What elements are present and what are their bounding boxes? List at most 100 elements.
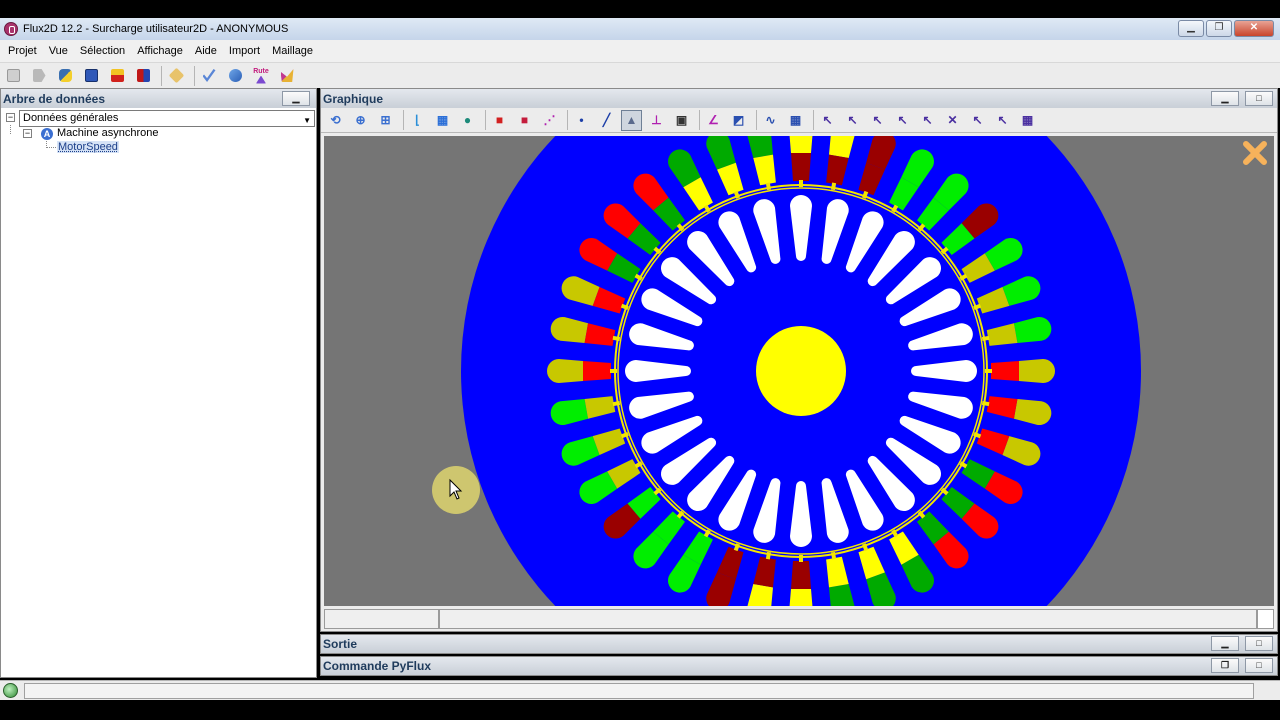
tree-item-motorspeed[interactable]: MotorSpeed bbox=[1, 141, 316, 155]
data-tree-root-row: − Données générales ▼ bbox=[1, 109, 316, 127]
grid-icon[interactable]: ▦ bbox=[432, 110, 453, 131]
mesh-icon[interactable]: ◩ bbox=[728, 110, 749, 131]
select-face-icon[interactable]: ↖ bbox=[867, 110, 888, 131]
window-titlebar: Flux2D 12.2 - Surcharge utilisateur2D - … bbox=[0, 18, 1280, 40]
data-tree-panel: Arbre de données ▁ − Données générales ▼… bbox=[0, 88, 317, 678]
tree-item-label: MotorSpeed bbox=[57, 141, 119, 153]
close-view-icon[interactable] bbox=[1242, 140, 1268, 166]
motor-cross-section bbox=[461, 136, 1141, 606]
select-line-icon[interactable]: ↖ bbox=[842, 110, 863, 131]
data-type-select[interactable]: Données générales ▼ bbox=[19, 110, 315, 127]
delete-icon[interactable] bbox=[165, 65, 187, 87]
select-point-icon[interactable]: ↖ bbox=[817, 110, 838, 131]
rotate-icon[interactable]: ⟲ bbox=[325, 110, 346, 131]
select-table-icon[interactable]: ▦ bbox=[1017, 110, 1038, 131]
data-type-select-value: Données générales bbox=[23, 112, 119, 124]
arc-icon[interactable]: ▲ bbox=[621, 109, 642, 131]
status-ok-icon bbox=[3, 683, 18, 698]
menu-import[interactable]: Import bbox=[223, 45, 266, 57]
restore-button[interactable]: ❐ bbox=[1206, 20, 1232, 37]
globe-icon[interactable]: ● bbox=[457, 110, 478, 131]
toolbar-separator bbox=[756, 110, 757, 130]
sortie-maximize-button[interactable]: □ bbox=[1245, 636, 1273, 651]
axis-icon[interactable]: ⌊ bbox=[407, 110, 428, 131]
collapse-icon[interactable]: − bbox=[23, 129, 32, 138]
machine-icon: A bbox=[41, 128, 53, 140]
menu-projet[interactable]: Projet bbox=[2, 45, 43, 57]
sortie-header[interactable]: Sortie ▁ □ bbox=[321, 635, 1277, 653]
table-icon[interactable]: ▦ bbox=[785, 110, 806, 131]
select-edge-icon[interactable]: ↖ bbox=[917, 110, 938, 131]
select-region-icon[interactable]: ↖ bbox=[892, 110, 913, 131]
line-icon[interactable]: ╱ bbox=[596, 110, 617, 131]
pyflux-header[interactable]: Commande PyFlux ❐ □ bbox=[321, 657, 1277, 675]
window-controls: ▁ ❐ ✕ bbox=[1178, 20, 1274, 37]
toolbar-separator bbox=[699, 110, 700, 130]
zoom-icon[interactable]: ⊕ bbox=[350, 110, 371, 131]
graphique-maximize-button[interactable]: □ bbox=[1245, 91, 1273, 106]
route-icon[interactable]: Rute bbox=[250, 65, 272, 87]
menu-maillage[interactable]: Maillage bbox=[266, 45, 319, 57]
pyflux-title: Commande PyFlux bbox=[323, 659, 432, 673]
import-icon[interactable] bbox=[132, 65, 154, 87]
coil-outer-layer bbox=[547, 359, 583, 383]
sortie-minimize-button[interactable]: ▁ bbox=[1211, 636, 1239, 651]
toolbar-separator bbox=[161, 65, 162, 86]
minimize-button[interactable]: ▁ bbox=[1178, 20, 1204, 37]
menu-selection[interactable]: Sélection bbox=[74, 45, 131, 57]
data-tree-header: Arbre de données ▁ bbox=[1, 89, 316, 108]
route-label: Rute bbox=[253, 67, 269, 75]
close-line-icon[interactable]: ▣ bbox=[671, 110, 692, 131]
point-icon[interactable]: • bbox=[571, 110, 592, 131]
save-icon[interactable] bbox=[80, 65, 102, 87]
coil-inner-layer bbox=[583, 361, 611, 381]
menu-bar: Projet Vue Sélection Affichage Aide Impo… bbox=[0, 40, 1280, 62]
graphique-status-main bbox=[439, 609, 1257, 629]
window-title: Flux2D 12.2 - Surcharge utilisateur2D - … bbox=[23, 23, 289, 35]
xy-icon[interactable]: ⋰ bbox=[539, 110, 560, 131]
region-red-icon[interactable]: ■ bbox=[514, 110, 535, 131]
graphics-canvas[interactable] bbox=[324, 136, 1274, 606]
solve-icon[interactable] bbox=[224, 65, 246, 87]
face-red-icon[interactable]: ■ bbox=[489, 110, 510, 131]
open-icon[interactable] bbox=[28, 65, 50, 87]
new-icon[interactable] bbox=[2, 65, 24, 87]
flux-app-icon bbox=[4, 22, 18, 36]
collapse-icon[interactable]: − bbox=[6, 113, 15, 122]
pyflux-restore-button[interactable]: ❐ bbox=[1211, 658, 1239, 673]
data-tree-title: Arbre de données bbox=[3, 91, 106, 106]
check-icon[interactable] bbox=[198, 65, 220, 87]
menu-aide[interactable]: Aide bbox=[189, 45, 223, 57]
curve-icon[interactable]: ∿ bbox=[760, 110, 781, 131]
mouse-cursor-icon bbox=[449, 478, 463, 500]
sortie-title: Sortie bbox=[323, 637, 358, 651]
main-toolbar: Rute bbox=[0, 62, 1280, 88]
graphique-minimize-button[interactable]: ▁ bbox=[1211, 91, 1239, 106]
graphique-header: Graphique ▁ □ bbox=[321, 89, 1277, 108]
graphique-toolbar: ⟲ ⊕ ⊞ ⌊ ▦ ● ■ ■ ⋰ • ╱ ▲ ⊥ ▣ ∠ ◩ ∿ ▦ ↖ ↖ ↖ ↖ ↖ ✕ ↖ ↖ ▦ bbox=[321, 108, 1277, 133]
graphique-panel: Graphique ▁ □ ⟲ ⊕ ⊞ ⌊ ▦ ● ■ ■ ⋰ • ╱ ▲ ⊥ ▣ ∠ ◩ ∿ ▦ ↖ ↖ ↖ ↖ ↖ ✕ ↖ ↖… bbox=[320, 88, 1278, 632]
edge-icon[interactable]: ∠ bbox=[703, 110, 724, 131]
toolbar-separator bbox=[194, 65, 195, 86]
menu-affichage[interactable]: Affichage bbox=[131, 45, 189, 57]
chevron-down-icon[interactable]: ▼ bbox=[303, 113, 311, 128]
node-icon[interactable]: ⊥ bbox=[646, 110, 667, 131]
select-more-icon[interactable]: ↖ bbox=[992, 110, 1013, 131]
tools-icon[interactable] bbox=[276, 65, 298, 87]
sortie-panel: Sortie ▁ □ bbox=[320, 634, 1278, 654]
menu-vue[interactable]: Vue bbox=[43, 45, 74, 57]
export-icon[interactable] bbox=[106, 65, 128, 87]
coil-inner-layer bbox=[791, 561, 811, 589]
python-icon[interactable] bbox=[54, 65, 76, 87]
select-all-icon[interactable]: ↖ bbox=[967, 110, 988, 131]
select-many-icon[interactable]: ✕ bbox=[942, 110, 963, 131]
coil-inner-layer bbox=[791, 153, 811, 181]
pyflux-maximize-button[interactable]: □ bbox=[1245, 658, 1273, 673]
close-view-cross bbox=[1243, 141, 1267, 165]
data-tree-minimize-button[interactable]: ▁ bbox=[282, 91, 310, 106]
tree-item-machine[interactable]: − A Machine asynchrone bbox=[1, 125, 316, 141]
zoom-region-icon[interactable]: ⊞ bbox=[375, 110, 396, 131]
status-message-field bbox=[24, 683, 1254, 699]
coil-outer-layer bbox=[1019, 359, 1055, 383]
close-button[interactable]: ✕ bbox=[1234, 20, 1274, 37]
